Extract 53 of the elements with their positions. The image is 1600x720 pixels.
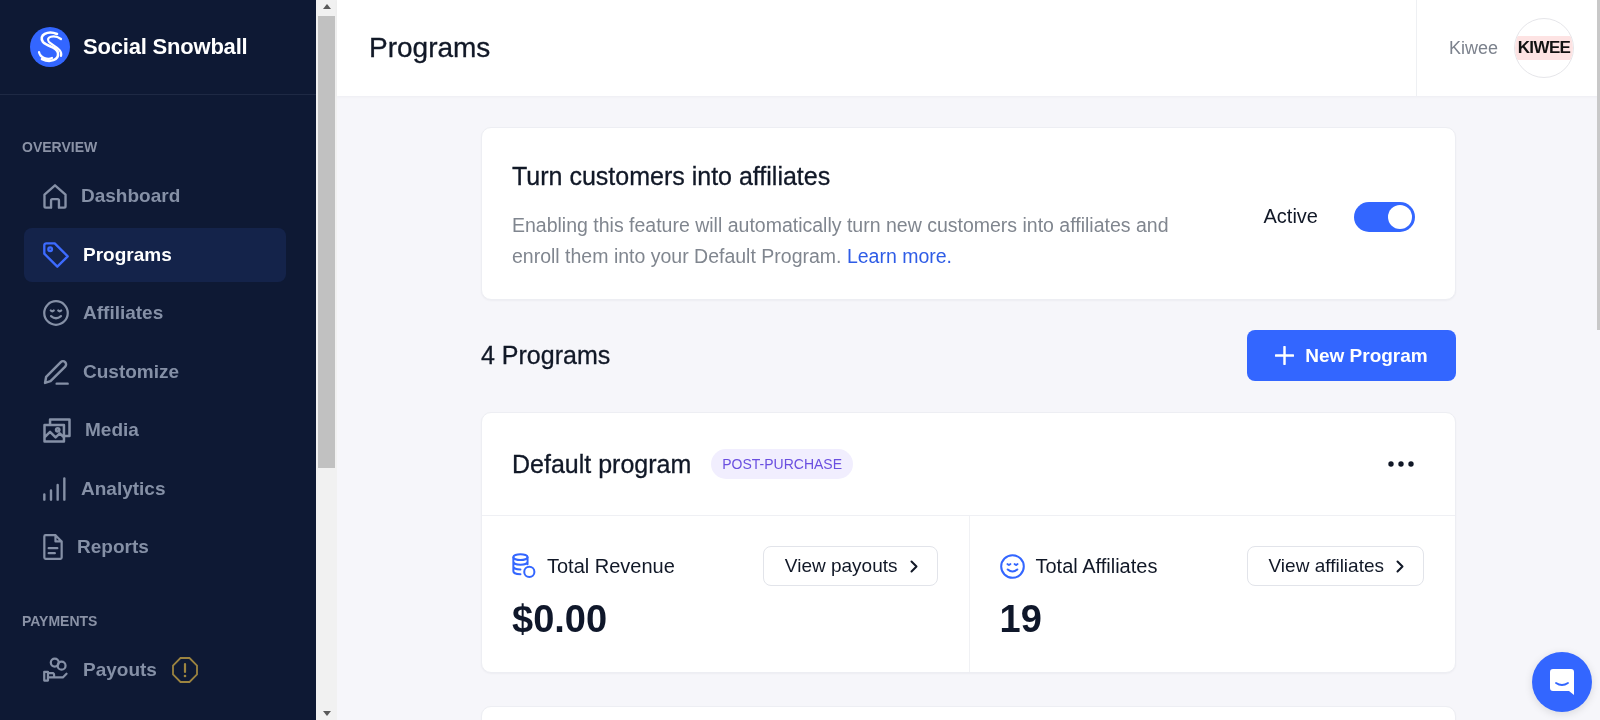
view-button[interactable]: View affiliates	[1246, 546, 1424, 586]
brand-logo-icon	[30, 25, 70, 69]
more-icon	[1388, 461, 1414, 467]
view-button[interactable]: View payouts	[762, 546, 938, 586]
stat-label: Total Revenue	[547, 554, 675, 578]
section-heading: PAYMENTS	[22, 611, 98, 631]
program-type-badge: POST-PURCHASE	[711, 449, 854, 479]
smiley-icon	[43, 300, 69, 326]
programs-count: 4 Programs	[481, 341, 611, 370]
chat-button[interactable]	[1532, 652, 1592, 712]
scroll-up-icon[interactable]	[322, 4, 331, 9]
chevron-right-icon	[909, 559, 918, 573]
coins-icon	[512, 553, 536, 579]
account-name: Kiwee	[1448, 37, 1498, 59]
nav-item[interactable]: Programs	[24, 227, 286, 282]
images-icon	[43, 417, 71, 443]
tag-icon	[43, 241, 69, 268]
nav-item[interactable]: Customize	[24, 344, 286, 399]
plus-icon	[1275, 346, 1295, 365]
stat-label: Total Affiliates	[1035, 554, 1158, 578]
stat-value: $0.00	[512, 597, 608, 641]
smiley-icon	[999, 553, 1025, 579]
avatar-logo-text: KIWEE	[1515, 36, 1573, 60]
stat-value: 19	[999, 597, 1042, 641]
sidebar-scrollbar[interactable]	[316, 0, 337, 720]
toggle-label: Active	[1263, 205, 1318, 228]
feature-description: Enabling this feature will automatically turn new customers into affiliates and enroll them into your Default Program. Learn more.	[512, 213, 1170, 269]
nav-item[interactable]: Dashboard	[24, 169, 286, 223]
page-scrollbar-thumb[interactable]	[1597, 0, 1600, 330]
nav-item[interactable]: Analytics	[24, 461, 286, 516]
section-heading: OVERVIEW	[22, 138, 98, 157]
nav-item[interactable]: Payouts	[24, 642, 286, 697]
pencil-icon	[43, 358, 69, 385]
page-title: Programs	[369, 32, 491, 64]
active-toggle[interactable]	[1354, 201, 1415, 232]
scrollbar-thumb[interactable]	[318, 16, 335, 468]
more-options-button[interactable]	[1388, 461, 1414, 467]
chevron-right-icon	[1396, 559, 1404, 573]
nav-item[interactable]: Affiliates	[24, 286, 286, 340]
nav-item[interactable]: Reports	[24, 520, 286, 574]
home-icon	[43, 183, 67, 209]
hand-coins-icon	[43, 656, 69, 683]
scroll-down-icon[interactable]	[322, 711, 331, 716]
new-program-button[interactable]: New Program	[1247, 330, 1456, 381]
nav-item[interactable]: Media	[24, 403, 286, 457]
bar-chart-icon	[43, 476, 67, 501]
brand-name: Social Snowball	[83, 34, 248, 60]
program-name: Default program	[512, 449, 692, 479]
feature-title: Turn customers into affiliates	[512, 161, 831, 191]
document-icon	[43, 534, 63, 560]
avatar[interactable]: KIWEE	[1514, 18, 1574, 78]
chat-icon	[1550, 669, 1574, 695]
learn-more-link[interactable]: Learn more.	[846, 245, 953, 267]
